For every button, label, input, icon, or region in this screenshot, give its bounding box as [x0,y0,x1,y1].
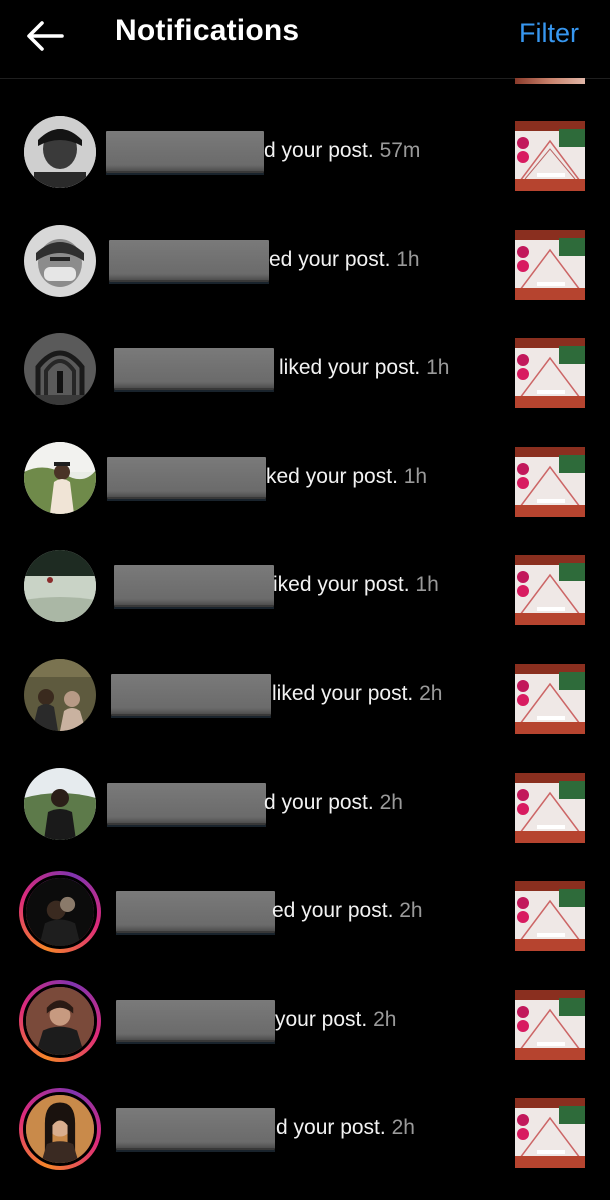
post-thumbnail[interactable] [515,446,585,517]
notification-list: d your post. 57m ed your post. 1h liked … [0,98,610,1184]
avatar[interactable] [24,658,96,731]
notification-time: 2h [399,899,423,923]
user-photo-icon [24,658,96,731]
notification-row[interactable]: ed your post. 2h [0,858,610,967]
avatar[interactable] [24,116,96,188]
notification-text: ked your post. [266,464,398,488]
notification-row[interactable]: liked your post. 2h [0,641,610,750]
redacted-username [111,673,271,718]
user-photo-icon [24,441,96,514]
post-thumbnail[interactable] [515,989,585,1060]
notification-time: 2h [391,1116,415,1140]
notification-text: liked your post. [272,681,414,705]
redacted-username [116,1108,275,1153]
avatar-story-ring[interactable] [19,1088,101,1171]
filter-button[interactable]: Filter [519,18,579,49]
post-thumbnail[interactable] [515,881,585,952]
avatar-story-ring[interactable] [19,871,101,954]
avatar[interactable] [24,550,96,623]
redacted-username [116,891,275,936]
post-thumbnail[interactable] [515,772,585,843]
user-photo-icon [24,116,96,188]
avatar[interactable] [24,333,96,406]
notification-text: d your post. [264,790,374,814]
user-photo-icon [26,878,94,947]
post-thumbnail-peek [515,78,585,84]
avatar [23,875,97,950]
post-thumbnail[interactable] [515,338,585,409]
notification-text: d your post. [276,1116,386,1140]
notification-time: 1h [415,573,439,597]
notification-text: your post. [275,1007,368,1031]
notification-text: iked your post. [273,573,410,597]
avatar[interactable] [24,767,96,840]
redacted-username [116,999,275,1044]
notification-time: 1h [396,247,420,271]
notification-text: liked your post. [279,356,421,380]
redacted-username [107,456,266,501]
user-photo-icon [26,1095,94,1164]
notification-row[interactable]: d your post. 2h [0,750,610,859]
notification-row[interactable]: d your post. 57m [0,98,610,207]
post-thumbnail[interactable] [515,121,585,191]
user-photo-icon [24,224,96,297]
notification-text: d your post. [264,139,374,162]
back-arrow-icon [27,21,64,51]
notification-row[interactable]: ked your post. 1h [0,424,610,533]
notification-row[interactable]: your post. 2h [0,967,610,1076]
notification-time: 2h [419,681,443,705]
notification-time: 57m [379,139,421,162]
notification-time: 2h [373,1007,397,1031]
page-title: Notifications [115,14,300,47]
back-button[interactable] [24,18,68,54]
notification-text: ed your post. [272,899,394,923]
user-photo-icon [24,333,96,406]
notification-row[interactable]: ed your post. 1h [0,207,610,316]
avatar-story-ring[interactable] [19,979,101,1062]
post-thumbnail[interactable] [515,555,585,626]
user-photo-icon [24,767,96,840]
avatar [23,983,97,1058]
user-photo-icon [24,550,96,623]
notification-time: 2h [379,790,403,814]
notification-time: 1h [403,464,428,488]
redacted-username [106,131,264,175]
redacted-username [114,565,274,610]
post-thumbnail[interactable] [515,1098,585,1169]
notification-time: 1h [426,356,450,380]
redacted-username [114,348,274,393]
notification-row[interactable]: iked your post. 1h [0,532,610,641]
post-thumbnail[interactable] [515,229,585,300]
avatar[interactable] [24,224,96,297]
notification-text: ed your post. [269,247,391,271]
redacted-username [109,239,269,284]
top-app-bar: Notifications Filter [0,0,610,79]
avatar[interactable] [24,441,96,514]
notification-row[interactable]: liked your post. 1h [0,315,610,424]
post-thumbnail[interactable] [515,663,585,734]
avatar [23,1092,97,1167]
notification-row[interactable]: d your post. 2h [0,1075,610,1184]
user-photo-icon [26,986,94,1055]
redacted-username [107,782,266,827]
